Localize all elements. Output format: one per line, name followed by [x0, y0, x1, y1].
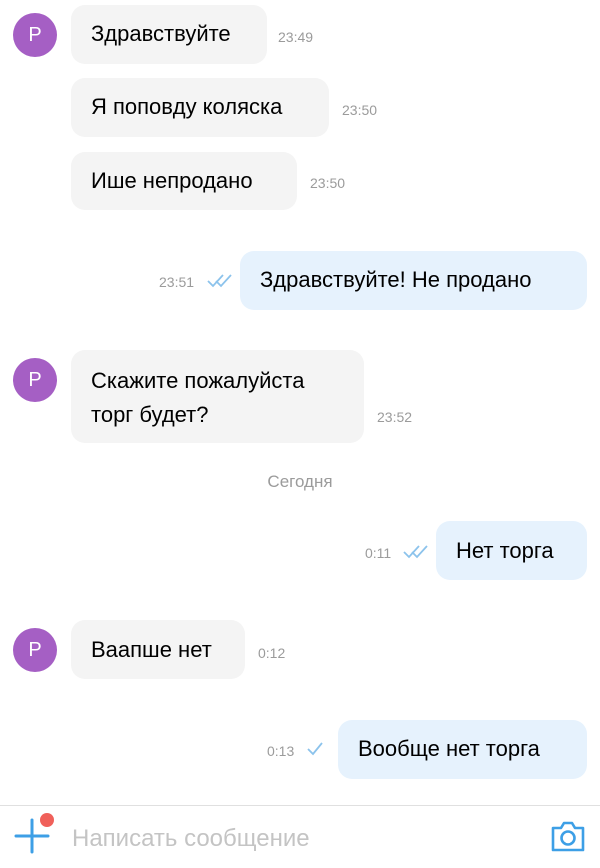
- message-time: 23:52: [377, 409, 413, 425]
- delivered-check-icon: [306, 741, 324, 757]
- plus-icon: [14, 818, 54, 860]
- message-text: Здравствуйте! Не продано: [260, 267, 532, 292]
- avatar[interactable]: Р: [13, 628, 57, 672]
- message-text-line: торг будет?: [91, 402, 209, 427]
- avatar-initial: Р: [28, 368, 42, 391]
- date-separator: Сегодня: [267, 472, 333, 491]
- message-bubble-incoming[interactable]: Ише непродано: [71, 152, 297, 210]
- read-double-check-icon: [206, 273, 234, 289]
- camera-icon: [549, 821, 587, 858]
- avatar[interactable]: Р: [13, 13, 57, 57]
- avatar-initial: Р: [28, 23, 42, 46]
- message-time: 0:13: [267, 743, 295, 759]
- message-text: Ваапше нет: [91, 637, 212, 662]
- message-bubble-outgoing[interactable]: Вообще нет торга: [338, 720, 587, 779]
- attach-button[interactable]: [14, 813, 54, 856]
- notification-dot: [40, 813, 54, 827]
- message-text: Вообще нет торга: [358, 736, 540, 761]
- composer-divider: [0, 805, 600, 806]
- message-time: 23:50: [310, 175, 346, 191]
- message-time: 23:50: [342, 102, 378, 118]
- message-text: Нет торга: [456, 538, 554, 563]
- message-bubble-incoming[interactable]: Скажите пожалуйста торг будет?: [71, 350, 364, 443]
- message-bubble-incoming[interactable]: Ваапше нет: [71, 620, 245, 679]
- message-bubble-incoming[interactable]: Здравствуйте: [71, 5, 267, 64]
- message-bubble-incoming[interactable]: Я поповду коляска: [71, 78, 329, 137]
- message-bubble-outgoing[interactable]: Нет торга: [436, 521, 587, 580]
- message-bubble-outgoing[interactable]: Здравствуйте! Не продано: [240, 251, 587, 310]
- avatar[interactable]: Р: [13, 358, 57, 402]
- message-text: Ише непродано: [91, 168, 253, 193]
- message-text: Здравствуйте: [91, 21, 231, 46]
- message-time: 0:12: [258, 645, 286, 661]
- read-double-check-icon: [402, 544, 430, 560]
- message-time: 0:11: [365, 545, 392, 561]
- message-text: Я поповду коляска: [91, 94, 283, 119]
- avatar-initial: Р: [28, 638, 42, 661]
- camera-button[interactable]: [549, 818, 587, 859]
- message-input[interactable]: Написать сообщение: [72, 822, 512, 856]
- message-text-line: Скажите пожалуйста: [91, 368, 305, 393]
- message-time: 23:51: [159, 274, 195, 290]
- message-time: 23:49: [278, 29, 314, 45]
